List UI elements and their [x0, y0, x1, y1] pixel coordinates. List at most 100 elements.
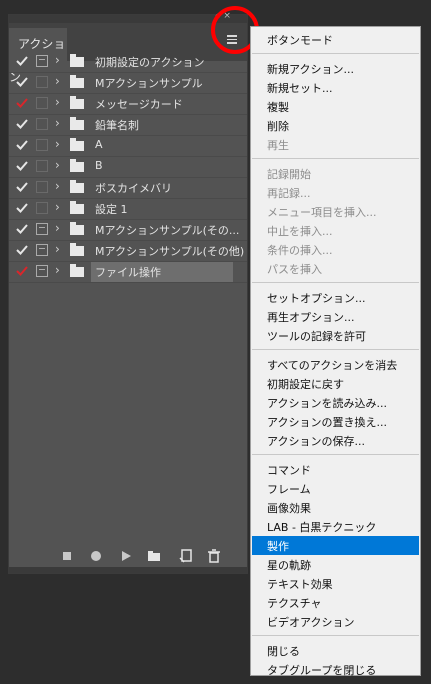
action-set-row[interactable]: › Mアクションサンプル(その...	[9, 220, 247, 241]
menu-item[interactable]: 星の軌跡	[267, 557, 311, 573]
menu-item[interactable]: ツールの記録を許可	[267, 328, 366, 344]
menu-item[interactable]: すべてのアクションを消去	[267, 357, 397, 373]
chevron-right-icon[interactable]: ›	[55, 179, 60, 193]
checkmark-icon[interactable]	[16, 159, 28, 173]
dialog-toggle-icon[interactable]	[36, 265, 48, 277]
folder-icon	[70, 96, 84, 109]
action-set-row[interactable]: › Mアクションサンプル(その他)	[9, 241, 247, 262]
chevron-right-icon[interactable]: ›	[55, 74, 60, 88]
menu-item[interactable]: 製作	[267, 538, 289, 554]
checkmark-icon[interactable]	[16, 54, 28, 68]
dialog-toggle-icon[interactable]	[36, 55, 48, 67]
menu-item[interactable]: 記録開始	[267, 166, 311, 182]
panel-bottom-edge	[9, 567, 247, 573]
menu-separator	[252, 53, 419, 54]
action-set-label: 設定 1	[95, 203, 128, 216]
dialog-toggle-icon[interactable]	[36, 181, 48, 193]
action-set-row[interactable]: › A	[9, 136, 247, 157]
menu-item[interactable]: タブグループを閉じる	[267, 662, 376, 678]
checkmark-icon[interactable]	[16, 180, 28, 194]
folder-icon	[70, 180, 84, 193]
dialog-toggle-icon[interactable]	[36, 97, 48, 109]
action-set-row[interactable]: › ボスカイメバリ	[9, 178, 247, 199]
action-set-row[interactable]: › 鉛筆名刺	[9, 115, 247, 136]
menu-item[interactable]: ビデオアクション	[267, 614, 354, 630]
dialog-toggle-icon[interactable]	[36, 118, 48, 130]
menu-separator	[252, 349, 419, 350]
dialog-toggle-icon[interactable]	[36, 76, 48, 88]
folder-icon	[70, 243, 84, 256]
menu-item[interactable]: メニュー項目を挿入...	[267, 204, 377, 220]
action-set-row[interactable]: › 設定 1	[9, 199, 247, 220]
menu-separator	[252, 158, 419, 159]
chevron-right-icon[interactable]: ›	[55, 242, 60, 256]
checkmark-icon[interactable]	[16, 138, 28, 152]
menu-item[interactable]: 削除	[267, 118, 289, 134]
menu-item[interactable]: 中止を挿入...	[267, 223, 333, 239]
action-set-row[interactable]: › メッセージカード	[9, 94, 247, 115]
menu-item[interactable]: 複製	[267, 99, 289, 115]
menu-item[interactable]: テクスチャ	[267, 595, 322, 611]
menu-item[interactable]: 初期設定に戻す	[267, 376, 344, 392]
action-set-row[interactable]: › Mアクションサンプル	[9, 73, 247, 94]
menu-item[interactable]: ボタンモード	[267, 32, 333, 48]
action-set-label: B	[95, 159, 103, 172]
checkmark-icon[interactable]	[16, 117, 28, 131]
chevron-right-icon[interactable]: ›	[55, 221, 60, 235]
action-set-row[interactable]: › B	[9, 157, 247, 178]
menu-item[interactable]: 新規セット...	[267, 80, 333, 96]
menu-item[interactable]: 条件の挿入...	[267, 242, 333, 258]
trash-icon[interactable]	[207, 549, 221, 563]
dialog-toggle-icon[interactable]	[36, 244, 48, 256]
action-set-row[interactable]: › 初期設定のアクション	[9, 52, 247, 73]
menu-item[interactable]: 再記録...	[267, 185, 311, 201]
panel-flyout-menu: ボタンモード新規アクション... 新規セット... 複製削除再生記録開始再記録...…	[250, 26, 421, 678]
dialog-toggle-icon[interactable]	[36, 223, 48, 235]
play-icon[interactable]	[119, 549, 133, 563]
menu-item[interactable]: パスを挿入	[267, 261, 322, 277]
action-set-row[interactable]: › ファイル操作	[9, 262, 247, 283]
menu-item[interactable]: フレーム	[267, 481, 311, 497]
record-icon[interactable]	[89, 549, 103, 563]
stop-icon[interactable]	[60, 549, 74, 563]
folder-icon	[70, 159, 84, 172]
menu-item[interactable]: アクションの置き換え...	[267, 414, 387, 430]
menu-item[interactable]: 再生オプション...	[267, 309, 355, 325]
chevron-right-icon[interactable]: ›	[55, 116, 60, 130]
checkmark-icon[interactable]	[16, 243, 28, 257]
menu-item[interactable]: 画像効果	[267, 500, 311, 516]
dialog-toggle-icon[interactable]	[36, 139, 48, 151]
action-set-label: Mアクションサンプル(その他)	[95, 245, 245, 258]
new-set-icon[interactable]	[147, 549, 161, 563]
menu-item[interactable]: 再生	[267, 137, 289, 153]
dialog-toggle-icon[interactable]	[36, 202, 48, 214]
folder-icon	[70, 201, 84, 214]
menu-item[interactable]: アクションを読み込み...	[267, 395, 387, 411]
folder-icon	[70, 75, 84, 88]
menu-item[interactable]: テキスト効果	[267, 576, 333, 592]
action-set-label: Mアクションサンプル(その...	[95, 224, 240, 237]
chevron-right-icon[interactable]: ›	[55, 263, 60, 277]
menu-item[interactable]: 閉じる	[267, 643, 300, 659]
menu-item[interactable]: セットオプション...	[267, 290, 366, 306]
checkmark-icon[interactable]	[16, 264, 28, 278]
new-action-icon[interactable]	[179, 549, 193, 563]
actions-toolbar	[9, 545, 247, 567]
chevron-right-icon[interactable]: ›	[55, 95, 60, 109]
checkmark-icon[interactable]	[16, 96, 28, 110]
chevron-right-icon[interactable]: ›	[55, 200, 60, 214]
dialog-toggle-icon[interactable]	[36, 160, 48, 172]
folder-icon	[70, 54, 84, 67]
chevron-right-icon[interactable]: ›	[55, 53, 60, 67]
checkmark-icon[interactable]	[16, 201, 28, 215]
checkmark-icon[interactable]	[16, 222, 28, 236]
menu-item[interactable]: LAB - 白黒テクニック	[267, 519, 376, 535]
menu-item[interactable]: 新規アクション...	[267, 61, 354, 77]
menu-item[interactable]: アクションの保存...	[267, 433, 365, 449]
chevron-right-icon[interactable]: ›	[55, 158, 60, 172]
action-set-label: A	[95, 138, 103, 151]
menu-item[interactable]: コマンド	[267, 462, 311, 478]
checkmark-icon[interactable]	[16, 75, 28, 89]
chevron-right-icon[interactable]: ›	[55, 137, 60, 151]
menu-separator	[252, 454, 419, 455]
